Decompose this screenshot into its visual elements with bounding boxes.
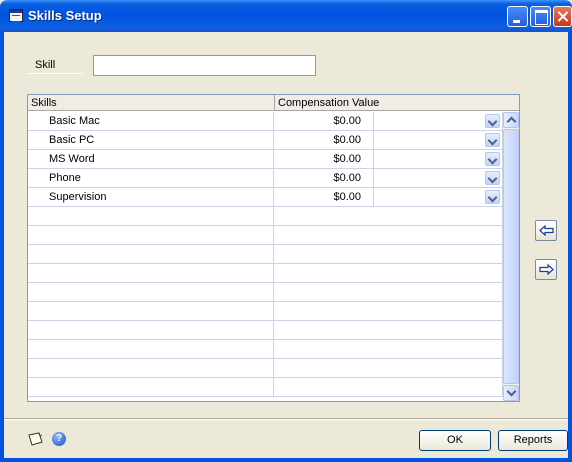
skill-input[interactable] [93,55,316,76]
empty-cell[interactable] [275,340,503,358]
table-row[interactable]: Basic PC $0.00 [28,131,503,150]
skill-cell[interactable]: Basic Mac [28,112,274,130]
bottom-separator-highlight [4,419,568,420]
empty-cell[interactable] [275,264,503,282]
minimize-button[interactable] [507,6,528,27]
close-button[interactable] [553,6,572,27]
compensation-type-cell[interactable] [375,150,503,168]
window-border-left [0,32,4,462]
empty-row[interactable] [28,359,503,378]
empty-cell[interactable] [28,378,274,396]
move-down-button[interactable] [535,259,557,280]
compensation-cell[interactable]: $0.00 [275,112,374,130]
compensation-type-cell[interactable] [375,112,503,130]
form-icon [9,9,23,22]
empty-cell[interactable] [275,302,503,320]
window-border-right [568,32,572,462]
skill-cell[interactable]: Basic PC [28,131,274,149]
compensation-cell[interactable]: $0.00 [275,150,374,168]
help-icon[interactable]: ? [52,432,66,446]
column-header-skills[interactable]: Skills [31,97,57,109]
empty-row[interactable] [28,340,503,359]
empty-cell[interactable] [28,226,274,244]
table-row[interactable]: Supervision $0.00 [28,188,503,207]
empty-row[interactable] [28,378,503,397]
empty-cell[interactable] [275,226,503,244]
empty-cell[interactable] [275,245,503,263]
grid-vertical-scrollbar[interactable] [503,112,519,401]
empty-cell[interactable] [28,302,274,320]
empty-row[interactable] [28,302,503,321]
table-row[interactable]: MS Word $0.00 [28,150,503,169]
skills-grid: Skills Compensation Value Basic Mac $0.0… [27,94,520,402]
empty-row[interactable] [28,264,503,283]
empty-cell[interactable] [28,207,274,225]
empty-cell[interactable] [275,321,503,339]
empty-cell[interactable] [28,321,274,339]
reports-button[interactable]: Reports [498,430,568,451]
window-title: Skills Setup [28,8,102,23]
arrow-left-icon [539,225,554,236]
compensation-type-cell[interactable] [375,169,503,187]
ok-button[interactable]: OK [419,430,491,451]
skill-label: Skill [35,59,56,71]
grid-header: Skills Compensation Value [28,95,519,111]
column-header-compensation[interactable]: Compensation Value [278,97,379,109]
empty-cell[interactable] [28,264,274,282]
empty-cell[interactable] [275,283,503,301]
move-up-button[interactable] [535,220,557,241]
empty-cell[interactable] [275,207,503,225]
chevron-down-icon[interactable] [485,190,500,204]
window-border-bottom [0,458,572,462]
scroll-down-button[interactable] [503,385,519,401]
compensation-type-cell[interactable] [375,188,503,206]
compensation-cell[interactable]: $0.00 [275,131,374,149]
skill-cell[interactable]: Supervision [28,188,274,206]
compensation-cell[interactable]: $0.00 [275,169,374,187]
header-divider [274,95,275,111]
empty-row[interactable] [28,283,503,302]
table-row[interactable]: Basic Mac $0.00 [28,112,503,131]
arrow-right-icon [539,264,554,275]
empty-cell[interactable] [275,378,503,396]
empty-cell[interactable] [28,245,274,263]
empty-cell[interactable] [28,340,274,358]
empty-cell[interactable] [28,283,274,301]
empty-row[interactable] [28,245,503,264]
scroll-thumb[interactable] [503,129,519,384]
chevron-down-icon[interactable] [485,133,500,147]
chevron-down-icon[interactable] [485,152,500,166]
skill-label-underline [28,73,83,74]
empty-cell[interactable] [275,359,503,377]
empty-cell[interactable] [28,359,274,377]
title-bar[interactable]: Skills Setup [0,0,572,32]
compensation-type-cell[interactable] [375,131,503,149]
table-row[interactable]: Phone $0.00 [28,169,503,188]
maximize-button[interactable] [530,6,551,27]
chevron-down-icon[interactable] [485,114,500,128]
empty-row[interactable] [28,321,503,340]
skill-cell[interactable]: Phone [28,169,274,187]
chevron-down-icon[interactable] [485,171,500,185]
compensation-cell[interactable]: $0.00 [275,188,374,206]
note-icon[interactable] [27,432,44,446]
scroll-up-button[interactable] [503,112,519,128]
empty-row[interactable] [28,226,503,245]
skill-cell[interactable]: MS Word [28,150,274,168]
empty-row[interactable] [28,207,503,226]
skills-setup-window: Skills Setup Skill Skills Compensation V… [0,0,572,462]
